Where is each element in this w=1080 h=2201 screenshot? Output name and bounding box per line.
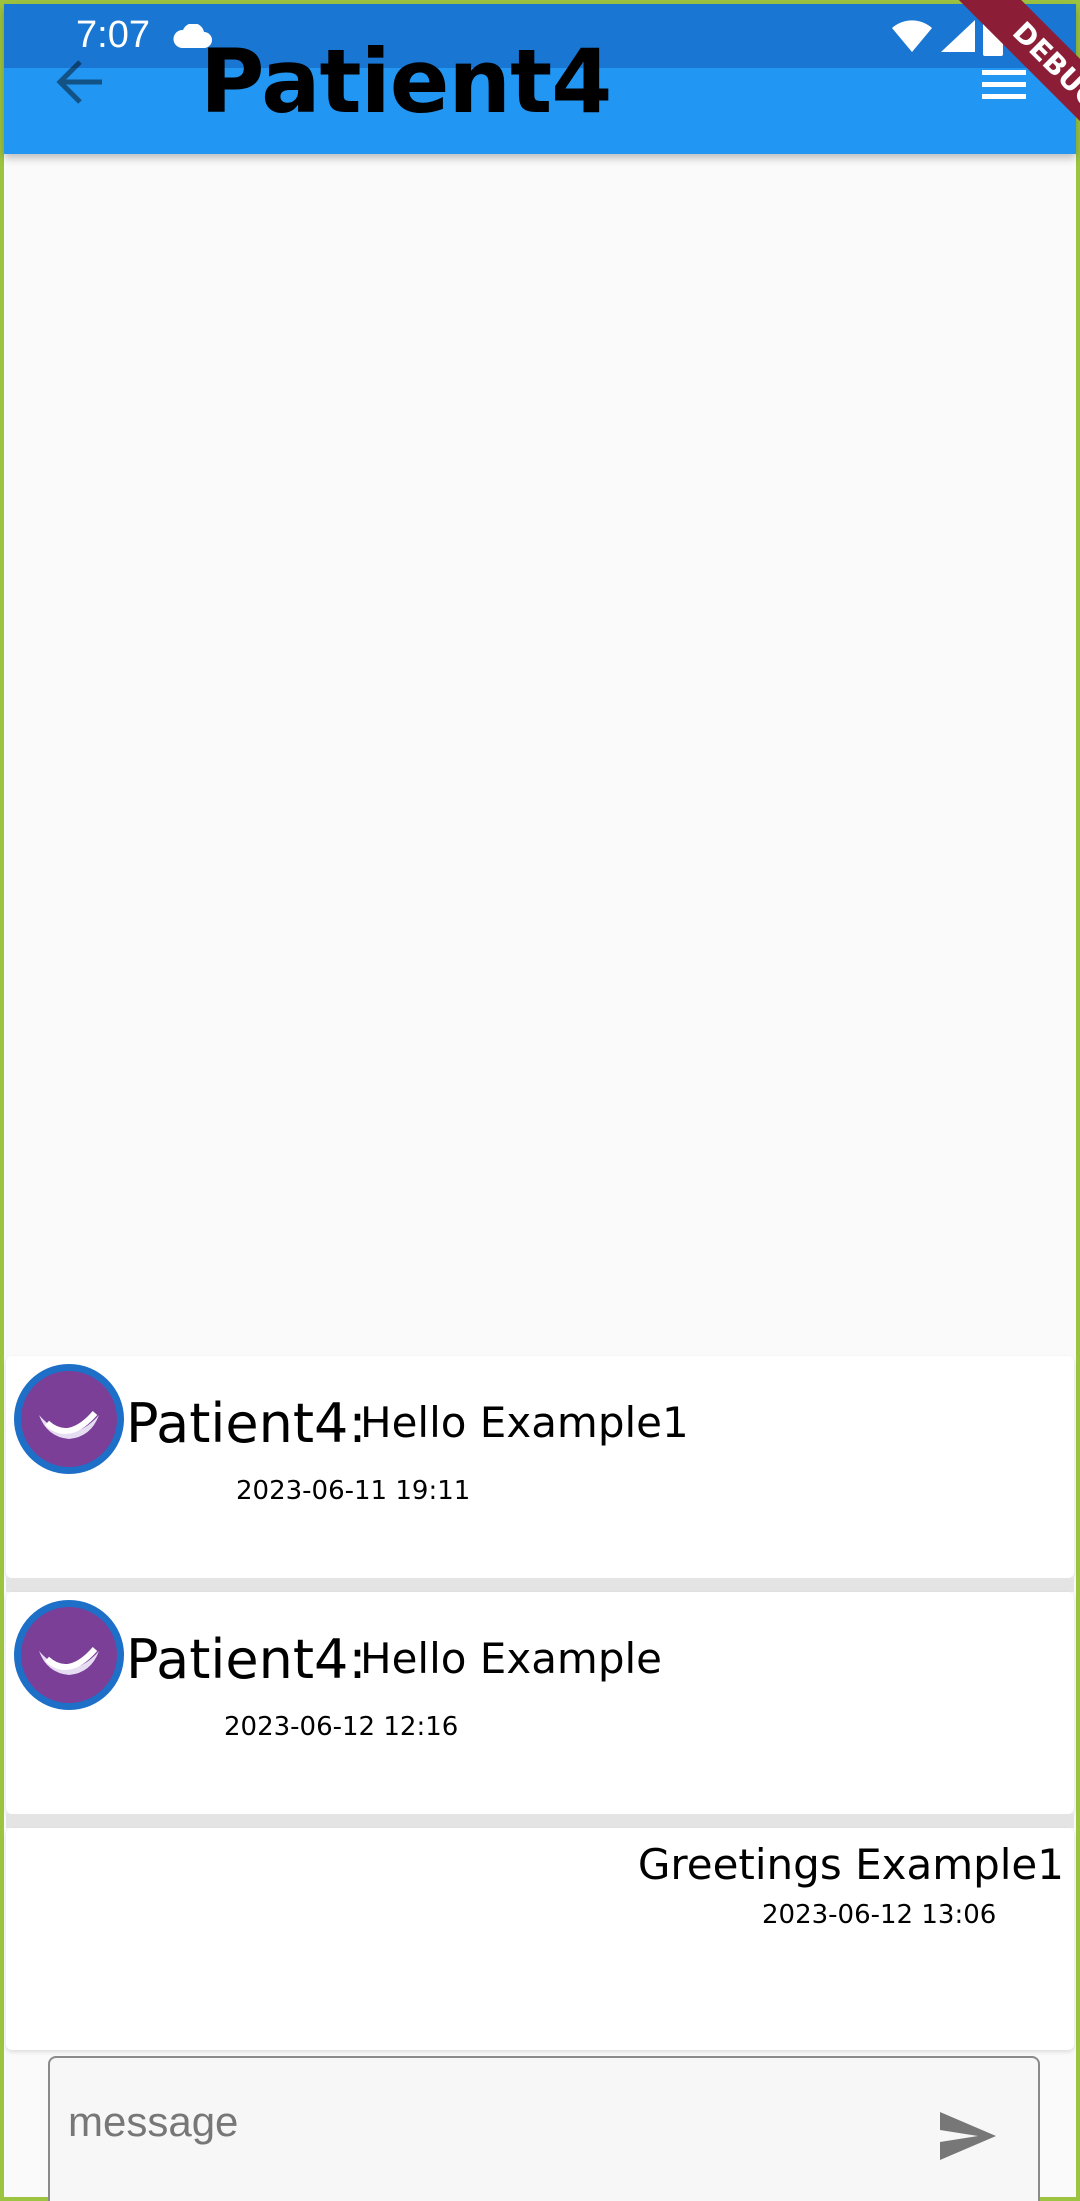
send-icon[interactable] [938,2110,998,2162]
message-card[interactable]: Patient4: Hello Example 2023-06-12 12:16 [6,1592,1074,1814]
avatar-logo-icon [39,1646,99,1675]
message-card[interactable]: Greetings Example1 2023-06-12 13:06 [6,1828,1074,2050]
message-text: Hello Example [360,1634,663,1683]
status-icons [890,18,1004,58]
message-sender: Patient4: [126,1628,367,1691]
avatar [14,1364,124,1474]
message-timestamp: 2023-06-12 12:16 [224,1712,459,1742]
status-time: 7:07 [76,14,150,56]
message-input[interactable] [68,2082,868,2162]
signal-icon [940,20,975,52]
message-timestamp: 2023-06-11 19:11 [236,1476,471,1506]
message-composer [48,2056,1040,2201]
app-bar: 7:07 Patient4 [4,4,1076,154]
menu-icon[interactable] [982,68,1026,102]
message-timestamp: 2023-06-12 13:06 [762,1900,997,1930]
message-sender: Patient4: [126,1392,367,1455]
avatar-logo-icon [39,1410,99,1439]
page-title: Patient4 [200,30,612,133]
back-arrow-icon[interactable] [54,58,106,106]
message-text: Greetings Example1 [637,1840,1064,1889]
divider [6,1578,1074,1592]
message-text: Hello Example1 [360,1398,689,1447]
message-card[interactable]: Patient4: Hello Example1 2023-06-11 19:1… [6,1356,1074,1578]
wifi-icon [891,20,932,52]
divider [6,1814,1074,1828]
avatar [14,1600,124,1710]
battery-icon [983,18,1003,56]
